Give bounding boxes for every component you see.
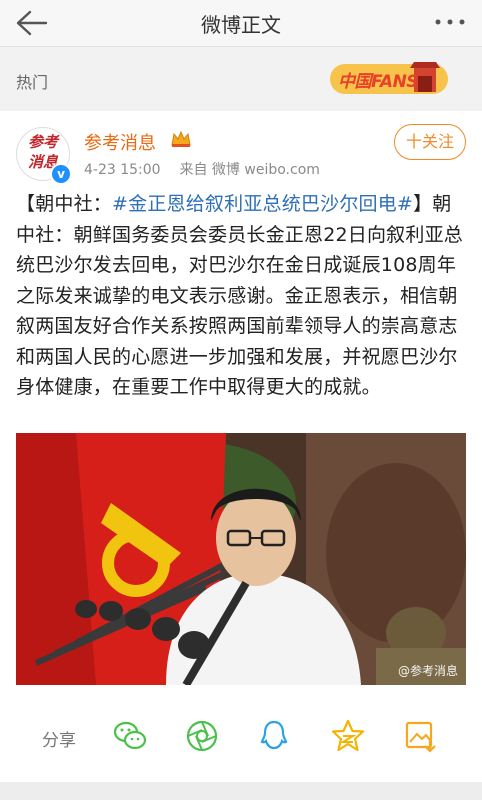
- post-text: 【朝中社：#金正恩给叙利亚总统巴沙尔回电#】朝中社：朝鲜国务委员会委员长金正恩2…: [16, 189, 468, 403]
- fans-badge-text: 中国FANS: [338, 72, 419, 92]
- qq-icon[interactable]: [256, 718, 292, 754]
- save-image-icon[interactable]: [402, 718, 438, 754]
- share-bar: 分享: [0, 698, 482, 778]
- photo-watermark: @参考消息: [397, 664, 458, 678]
- crown-icon: [171, 130, 191, 147]
- post-time: 4-23 15:00: [84, 162, 161, 178]
- wechat-icon[interactable]: [112, 718, 148, 754]
- post-source: 来自 微博 weibo.com: [179, 162, 320, 178]
- author-name[interactable]: 参考消息: [84, 129, 156, 155]
- post-meta: 4-23 15:00 来自 微博 weibo.com: [84, 159, 320, 179]
- follow-button[interactable]: 十关注: [394, 124, 466, 160]
- moments-icon[interactable]: [184, 718, 220, 754]
- topic-link[interactable]: #金正恩给叙利亚总统巴沙尔回电#: [112, 193, 413, 215]
- post-photo[interactable]: @参考消息: [16, 433, 466, 685]
- verified-icon: v: [50, 163, 72, 185]
- hot-label: 热门: [16, 73, 49, 92]
- qzone-icon[interactable]: [330, 718, 366, 754]
- hot-bar: 热门 中国FANS: [0, 47, 482, 111]
- photo-illustration: [16, 433, 466, 685]
- more-options-icon[interactable]: [432, 10, 468, 34]
- share-label: 分享: [42, 731, 76, 751]
- top-bar: 微博正文: [0, 0, 482, 47]
- post-text-body: 】朝中社：朝鲜国务委员会委员长金正恩22日向叙利亚总统巴沙尔发去回电，对巴沙尔在…: [16, 193, 463, 398]
- weibo-post: 参考消息 v 参考消息 4-23 15:00 来自 微博 weibo.com 十…: [0, 111, 482, 698]
- page-title: 微博正文: [201, 13, 281, 37]
- china-fans-badge[interactable]: 中国FANS: [330, 58, 448, 100]
- post-text-prefix: 【朝中社：: [16, 193, 113, 215]
- bottom-divider: [0, 782, 482, 800]
